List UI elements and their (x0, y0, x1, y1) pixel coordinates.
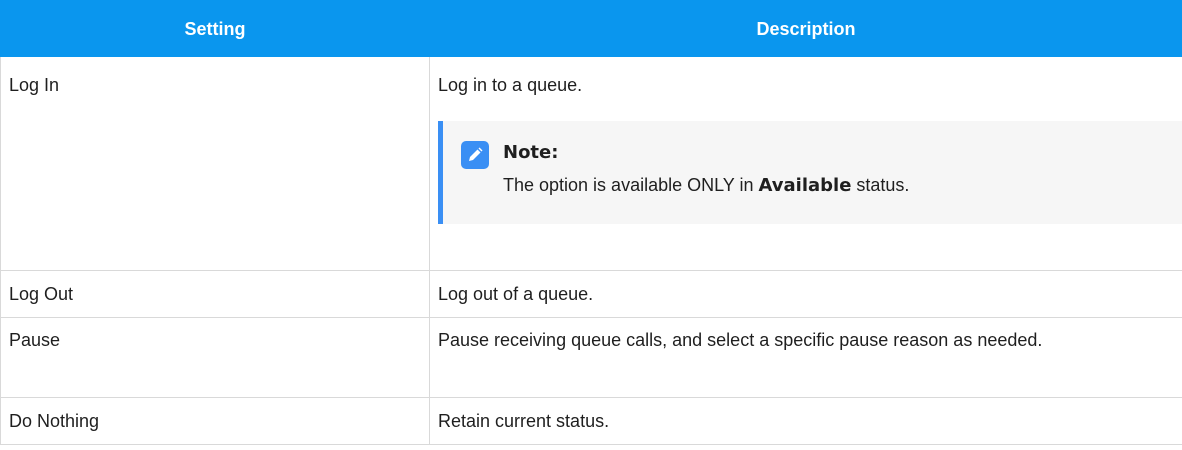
table-header-row: Setting Description (0, 0, 1182, 57)
description-cell: Pause receiving queue calls, and select … (429, 317, 1182, 398)
description-text: Log in to a queue. (438, 75, 583, 95)
table-body: Log In Log in to a queue. Note: The opti… (0, 56, 1182, 445)
note-title: Note: (503, 142, 559, 163)
table-row: Log In Log in to a queue. Note: The opti… (0, 56, 1182, 271)
pencil-icon-glyph (469, 147, 483, 161)
table-header: Setting Description (0, 0, 1182, 57)
note-text-strong: Available (758, 175, 852, 196)
table-row: Do Nothing Retain current status. (0, 397, 1182, 445)
setting-cell: Log In (0, 56, 430, 271)
description-cell: Log in to a queue. Note: The option is a… (429, 56, 1182, 271)
setting-cell: Log Out (0, 270, 430, 318)
header-description: Description (429, 0, 1182, 57)
settings-table: Setting Description Log In Log in to a q… (0, 0, 1182, 445)
note-callout: Note: The option is available ONLY in Av… (438, 121, 1182, 224)
header-setting: Setting (0, 0, 430, 57)
note-text-after: status. (851, 175, 910, 195)
table-row: Pause Pause receiving queue calls, and s… (0, 317, 1182, 398)
description-cell: Retain current status. (429, 397, 1182, 445)
note-body: Note: The option is available ONLY in Av… (503, 139, 909, 204)
table-row: Log Out Log out of a queue. (0, 270, 1182, 318)
note-text: The option is available ONLY in Availabl… (503, 167, 909, 204)
setting-cell: Do Nothing (0, 397, 430, 445)
description-cell: Log out of a queue. (429, 270, 1182, 318)
note-text-before: The option is available ONLY in (503, 175, 759, 195)
pencil-icon (461, 141, 489, 169)
setting-cell: Pause (0, 317, 430, 398)
